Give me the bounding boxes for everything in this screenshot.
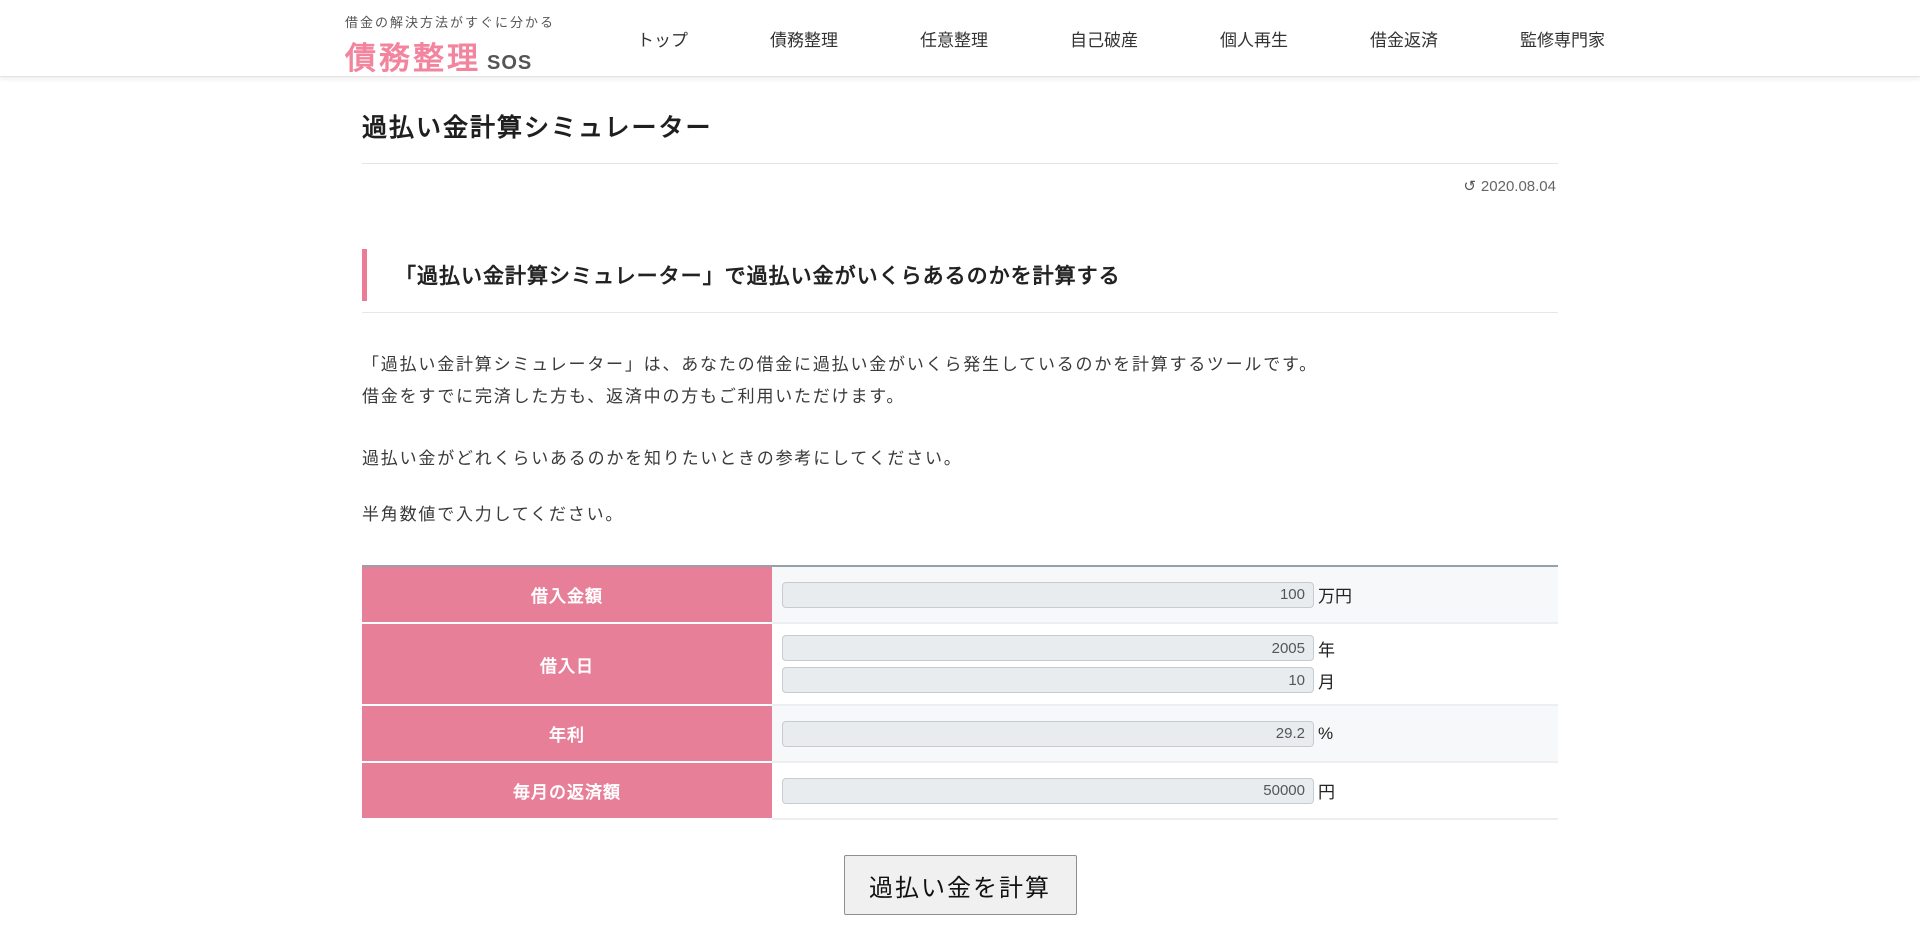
field-unit: % bbox=[1318, 724, 1333, 744]
submit-row: 過払い金を計算 bbox=[362, 855, 1558, 915]
nav-item-3[interactable]: 自己破産 bbox=[1029, 26, 1179, 51]
logo-brand-suffix: SOS bbox=[487, 52, 532, 75]
input-note-paragraph: 半角数値で入力してください。 bbox=[362, 499, 1558, 531]
table-row: 年利% bbox=[362, 706, 1558, 763]
history-icon: ↺ bbox=[1463, 178, 1476, 195]
intro-line-2: 借金をすでに完済した方も、返済中の方もご利用いただけます。 bbox=[362, 387, 905, 406]
site-logo[interactable]: 借金の解決方法がすぐに分かる 債務整理 SOS bbox=[345, 12, 555, 78]
row-label: 借入金額 bbox=[362, 567, 772, 624]
nav-item-5[interactable]: 借金返済 bbox=[1329, 26, 1479, 51]
nav-item-1[interactable]: 債務整理 bbox=[729, 26, 879, 51]
nav-item-4[interactable]: 個人再生 bbox=[1179, 26, 1329, 51]
row-fields: 円 bbox=[772, 763, 1558, 820]
row-label: 借入日 bbox=[362, 624, 772, 706]
field-input[interactable] bbox=[782, 778, 1314, 804]
field-unit: 円 bbox=[1318, 778, 1335, 803]
nav-item-6[interactable]: 監修専門家 bbox=[1479, 26, 1646, 51]
row-fields: 年月 bbox=[772, 624, 1558, 706]
field-unit: 万円 bbox=[1318, 582, 1352, 607]
table-row: 借入日年月 bbox=[362, 624, 1558, 706]
logo-tagline: 借金の解決方法がすぐに分かる bbox=[345, 12, 555, 31]
section-heading-wrap: 「過払い金計算シミュレーター」で過払い金がいくらあるのかを計算する bbox=[362, 249, 1558, 313]
page-title: 過払い金計算シミュレーター bbox=[362, 108, 1558, 164]
field-unit: 年 bbox=[1318, 636, 1335, 661]
row-label: 毎月の返済額 bbox=[362, 763, 772, 820]
simulator-form-table: 借入金額万円借入日年月年利%毎月の返済額円 bbox=[362, 565, 1558, 820]
field-unit: 月 bbox=[1318, 668, 1335, 693]
intro-paragraph: 「過払い金計算シミュレーター」は、あなたの借金に過払い金がいくら発生しているのか… bbox=[362, 349, 1558, 413]
row-label: 年利 bbox=[362, 706, 772, 763]
main-content: 過払い金計算シミュレーター ↺ 2020.08.04 「過払い金計算シミュレーター… bbox=[362, 108, 1558, 937]
meta-row: ↺ 2020.08.04 bbox=[362, 164, 1558, 195]
nav-item-0[interactable]: トップ bbox=[596, 26, 729, 51]
section-heading: 「過払い金計算シミュレーター」で過払い金がいくらあるのかを計算する bbox=[362, 249, 1558, 301]
calculate-button[interactable]: 過払い金を計算 bbox=[844, 855, 1077, 915]
field-input[interactable] bbox=[782, 582, 1314, 608]
field-input[interactable] bbox=[782, 635, 1314, 661]
site-header: 借金の解決方法がすぐに分かる 債務整理 SOS トップ債務整理任意整理自己破産個… bbox=[0, 0, 1920, 77]
intro-line-1: 「過払い金計算シミュレーター」は、あなたの借金に過払い金がいくら発生しているのか… bbox=[362, 355, 1318, 374]
hint-paragraph: 過払い金がどれくらいあるのかを知りたいときの参考にしてください。 bbox=[362, 443, 1558, 475]
table-row: 借入金額 万円 bbox=[362, 567, 1558, 624]
updated-date: 2020.08.04 bbox=[1481, 178, 1556, 195]
table-row: 毎月の返済額 円 bbox=[362, 763, 1558, 820]
field-input[interactable] bbox=[782, 667, 1314, 693]
logo-brand-name: 債務整理 bbox=[345, 33, 481, 78]
row-fields: 万円 bbox=[772, 567, 1558, 624]
nav-item-2[interactable]: 任意整理 bbox=[879, 26, 1029, 51]
field-input[interactable] bbox=[782, 721, 1314, 747]
row-fields: % bbox=[772, 706, 1558, 763]
main-nav: トップ債務整理任意整理自己破産個人再生借金返済監修専門家 bbox=[596, 0, 1646, 77]
